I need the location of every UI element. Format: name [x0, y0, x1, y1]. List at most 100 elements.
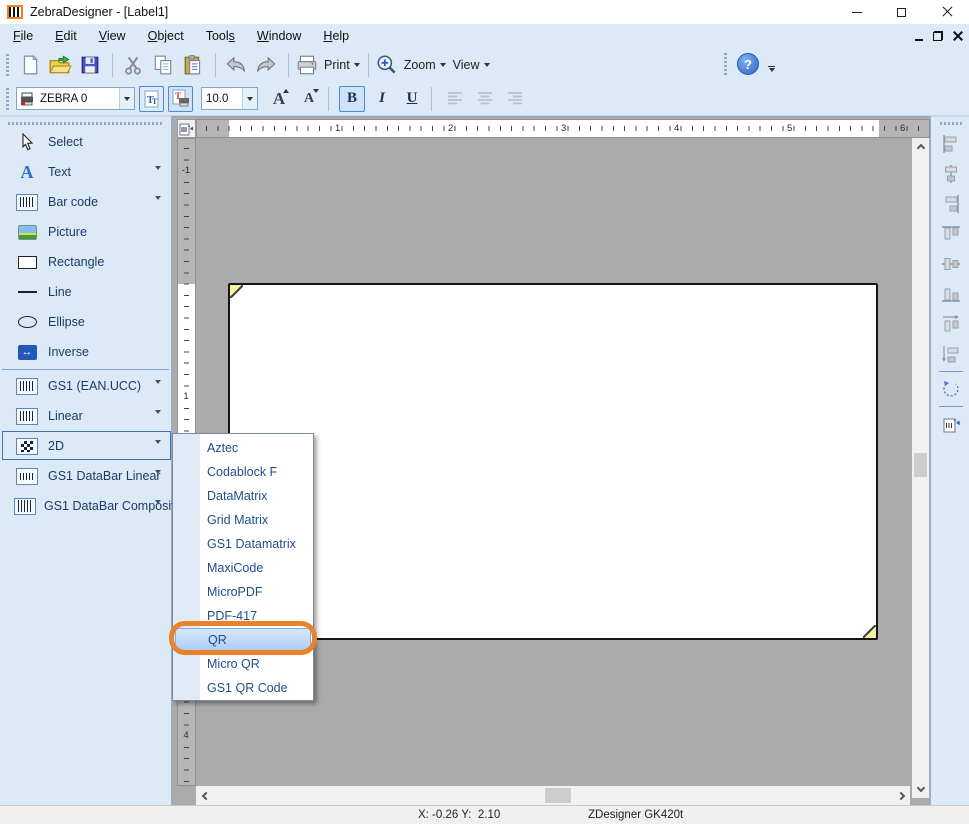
printer-fonts-toggle[interactable]: T: [168, 86, 193, 112]
distribute-vertical-button[interactable]: [938, 341, 964, 367]
font-select[interactable]: ZEBRA 0: [16, 87, 135, 110]
align-right-edges-button[interactable]: [938, 191, 964, 217]
copy-button[interactable]: [149, 51, 177, 79]
tool-linear[interactable]: Linear: [0, 401, 171, 431]
font-dropdown-button[interactable]: [119, 88, 134, 109]
barcode-dropdown-arrow[interactable]: [155, 200, 161, 214]
context-menu-item-maxicode[interactable]: MaxiCode: [173, 556, 313, 580]
help-button[interactable]: ?: [734, 50, 762, 78]
linear-dropdown-arrow[interactable]: [155, 414, 161, 428]
cut-scissors-icon: [122, 54, 144, 76]
label-canvas[interactable]: [228, 283, 878, 640]
tool-barcode[interactable]: Bar code: [0, 187, 171, 217]
mdi-minimize-button[interactable]: [915, 39, 923, 41]
rotate-button[interactable]: [938, 376, 964, 402]
toolbar-grip[interactable]: [6, 54, 9, 76]
chevron-down-icon: [916, 784, 924, 792]
databar-composite-dropdown-arrow[interactable]: [155, 504, 161, 518]
menu-view[interactable]: View: [88, 26, 137, 46]
align-right-button[interactable]: [502, 86, 528, 112]
toolbar-grip[interactable]: [6, 88, 9, 110]
align-center-horizontal-button[interactable]: [938, 161, 964, 187]
scroll-left-button[interactable]: [196, 786, 213, 805]
select-cursor-icon: [14, 133, 40, 151]
vertical-scroll-thumb[interactable]: [914, 453, 927, 477]
scroll-up-button[interactable]: [912, 138, 929, 155]
font-size-dropdown-button[interactable]: [242, 88, 257, 109]
ruler-corner-box[interactable]: [177, 119, 196, 138]
gs1-dropdown-arrow[interactable]: [155, 384, 161, 398]
increase-font-button[interactable]: A: [266, 86, 292, 112]
align-middle-vertical-button[interactable]: [938, 251, 964, 277]
chevron-down-icon: [124, 97, 130, 101]
annotation-highlight-ring: [169, 621, 317, 655]
print-icon: [295, 54, 319, 76]
tool-ellipse[interactable]: Ellipse: [0, 307, 171, 337]
paste-button[interactable]: [179, 51, 207, 79]
menu-file[interactable]: File: [2, 26, 44, 46]
tool-picture[interactable]: Picture: [0, 217, 171, 247]
vertical-scrollbar[interactable]: [912, 138, 929, 798]
chevron-up-icon: [916, 144, 924, 152]
minimize-button[interactable]: [834, 0, 879, 24]
decrease-font-button[interactable]: A: [296, 86, 322, 112]
new-button[interactable]: [16, 51, 44, 79]
tool-text[interactable]: A Text: [0, 157, 171, 187]
tool-select[interactable]: Select: [0, 127, 171, 157]
align-left-edges-icon: [941, 134, 961, 154]
cut-button[interactable]: [119, 51, 147, 79]
tool-gs1-databar-linear[interactable]: GS1 DataBar Linear: [0, 461, 171, 491]
toolbox-grip[interactable]: [8, 122, 164, 125]
open-button[interactable]: [46, 51, 74, 79]
context-menu-item-micropdf[interactable]: MicroPDF: [173, 580, 313, 604]
mdi-close-button[interactable]: [953, 31, 963, 41]
scroll-right-button[interactable]: [893, 786, 910, 805]
align-left-button[interactable]: [442, 86, 468, 112]
context-menu-item-micro-qr[interactable]: Micro QR: [173, 652, 313, 676]
context-menu-item-codablock-f[interactable]: Codablock F: [173, 460, 313, 484]
mdi-restore-button[interactable]: [933, 31, 943, 41]
bold-button[interactable]: B: [339, 86, 365, 112]
tool-line[interactable]: Line: [0, 277, 171, 307]
rotate-label-button[interactable]: [938, 411, 964, 437]
align-left-edges-button[interactable]: [938, 131, 964, 157]
close-button[interactable]: [924, 0, 969, 24]
context-menu-item-gs1-qr-code[interactable]: GS1 QR Code: [173, 676, 313, 700]
context-menu-item-gs1-datamatrix[interactable]: GS1 Datamatrix: [173, 532, 313, 556]
context-menu-item-aztec[interactable]: Aztec: [173, 436, 313, 460]
toolbar-grip[interactable]: [724, 53, 727, 75]
menu-object[interactable]: Object: [137, 26, 195, 46]
print-button[interactable]: Print: [295, 51, 360, 79]
horizontal-scroll-thumb[interactable]: [545, 788, 571, 803]
context-menu-item-grid-matrix[interactable]: Grid Matrix: [173, 508, 313, 532]
menu-tools[interactable]: Tools: [195, 26, 246, 46]
tool-gs1-databar-composite[interactable]: GS1 DataBar Composite: [0, 491, 171, 521]
tool-rectangle[interactable]: Rectangle: [0, 247, 171, 277]
tool-inverse[interactable]: ↔ Inverse: [0, 337, 171, 367]
databar-linear-dropdown-arrow[interactable]: [155, 474, 161, 488]
save-button[interactable]: [76, 51, 104, 79]
menu-help[interactable]: Help: [312, 26, 360, 46]
italic-button[interactable]: I: [369, 86, 395, 112]
align-toolbar-grip[interactable]: [940, 122, 962, 125]
undo-button[interactable]: [222, 51, 250, 79]
horizontal-scrollbar[interactable]: [196, 786, 910, 805]
view-button[interactable]: View: [448, 51, 490, 79]
align-bottom-edges-button[interactable]: [938, 281, 964, 307]
toolbar-options-button[interactable]: [768, 66, 775, 72]
redo-button[interactable]: [252, 51, 280, 79]
scroll-down-button[interactable]: [912, 781, 929, 798]
menu-window[interactable]: Window: [246, 26, 312, 46]
context-menu-item-datamatrix[interactable]: DataMatrix: [173, 484, 313, 508]
maximize-button[interactable]: [879, 0, 924, 24]
distribute-horizontal-button[interactable]: [938, 311, 964, 337]
menu-edit[interactable]: Edit: [44, 26, 88, 46]
underline-button[interactable]: U: [399, 86, 425, 112]
align-center-button[interactable]: [472, 86, 498, 112]
align-top-edges-button[interactable]: [938, 221, 964, 247]
zoom-button[interactable]: Zoom: [375, 51, 446, 79]
tool-gs1-eanucc[interactable]: GS1 (EAN.UCC): [0, 371, 171, 401]
font-size-select[interactable]: 10.0: [201, 87, 258, 110]
truetype-fonts-toggle[interactable]: TT: [139, 86, 164, 112]
text-dropdown-arrow[interactable]: [155, 170, 161, 184]
